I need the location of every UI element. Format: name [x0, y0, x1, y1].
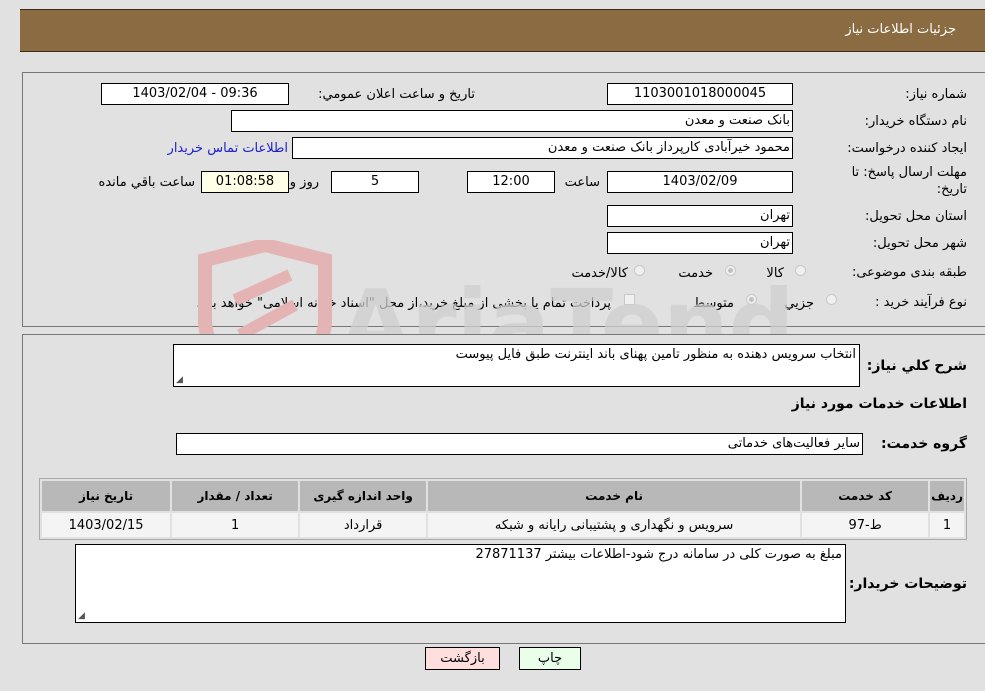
remaining-time-label: ساعت باقي مانده — [98, 175, 195, 190]
deadline-label: مهلت ارسال پاسخ: تا — [851, 165, 967, 180]
cell-need-date: 1403/02/15 — [42, 513, 171, 537]
col-quantity: تعداد / مقدار — [172, 481, 299, 511]
description-label: شرح کلي نياز: — [866, 358, 967, 374]
process-radio-minor[interactable] — [826, 294, 837, 305]
process-type-label: نوع فرآيند خريد : — [875, 295, 967, 310]
category-option-service: خدمت — [678, 266, 713, 281]
col-service-name: نام خدمت — [428, 481, 801, 511]
category-option-goods-service: کالا/خدمت — [571, 266, 628, 281]
requester-label: ايجاد کننده درخواست: — [847, 141, 967, 156]
buyer-contact-link[interactable]: اطلاعات تماس خريدار — [168, 141, 288, 156]
city-label: شهر محل تحويل: — [872, 236, 967, 251]
city-field[interactable]: تهران — [607, 232, 793, 254]
treasury-note: پرداخت تمام يا بخشی از مبلغ خريد،از محل … — [196, 296, 611, 311]
resize-grip-icon[interactable]: ◢ — [78, 611, 85, 621]
cell-quantity: 1 — [172, 513, 299, 537]
deadline-time-field[interactable]: 12:00 — [467, 171, 555, 193]
province-label: استان محل تحويل: — [865, 209, 967, 224]
print-button[interactable]: چاپ — [519, 647, 581, 670]
page-header: جزئیات اطلاعات نیاز — [20, 9, 985, 52]
buyer-notes-text: مبلغ به صورت کلی در سامانه درج شود-اطلاع… — [475, 547, 842, 562]
description-textarea[interactable]: انتخاب سرویس دهنده به منظور تامین پهنای … — [173, 344, 860, 387]
deadline-label-2: تاريخ: — [936, 182, 967, 197]
services-heading: اطلاعات خدمات مورد نياز — [791, 396, 967, 412]
time-label: ساعت — [564, 175, 600, 190]
buyer-notes-label: توضيحات خريدار: — [848, 576, 967, 592]
announce-datetime-field[interactable]: 1403/02/04 - 09:36 — [101, 83, 289, 105]
service-group-label: گروه خدمت: — [881, 436, 967, 452]
col-unit: واحد اندازه گيری — [300, 481, 427, 511]
buyer-notes-textarea[interactable]: مبلغ به صورت کلی در سامانه درج شود-اطلاع… — [75, 544, 846, 623]
category-radio-service[interactable] — [725, 265, 736, 276]
cell-service-code: ط-97 — [802, 513, 929, 537]
cell-row-number: 1 — [930, 513, 964, 537]
page-title: جزئیات اطلاعات نیاز — [845, 22, 956, 37]
cell-unit: قرارداد — [300, 513, 427, 537]
service-group-field[interactable]: سایر فعالیت‌های خدماتی — [176, 433, 863, 455]
deadline-date-field[interactable]: 1403/02/09 — [607, 171, 793, 193]
back-button[interactable]: بازگشت — [425, 647, 500, 670]
need-number-field[interactable]: 1103001018000045 — [607, 83, 793, 105]
col-row-number: رديف — [930, 481, 964, 511]
col-need-date: تاريخ نياز — [42, 481, 171, 511]
remaining-time-field[interactable]: 01:08:58 — [201, 171, 289, 193]
table-header-row: رديف کد خدمت نام خدمت واحد اندازه گيری ت… — [42, 481, 964, 511]
treasury-checkbox[interactable] — [624, 294, 635, 305]
announce-label: تاریخ و ساعت اعلان عمومي: — [318, 87, 475, 102]
province-field[interactable]: تهران — [607, 205, 793, 227]
days-remaining-field[interactable]: 5 — [331, 171, 419, 193]
category-radio-goods-service[interactable] — [634, 265, 645, 276]
need-number-label: شماره نیاز: — [905, 87, 967, 102]
col-service-code: کد خدمت — [802, 481, 929, 511]
process-option-minor: جزيي — [784, 296, 814, 311]
requester-field[interactable]: محمود خیرآبادی کارپرداز بانک صنعت و معدن — [292, 137, 793, 159]
process-option-medium: متوسط — [693, 296, 734, 311]
category-option-goods: کالا — [766, 266, 784, 281]
days-label: روز و — [289, 175, 319, 190]
resize-grip-icon[interactable]: ◢ — [176, 375, 183, 385]
table-row: 1 ط-97 سرویس و نگهداری و پشتیبانی رایانه… — [42, 513, 964, 537]
cell-service-name: سرویس و نگهداری و پشتیبانی رایانه و شبکه — [428, 513, 801, 537]
services-table: رديف کد خدمت نام خدمت واحد اندازه گيری ت… — [39, 478, 967, 540]
category-radio-goods[interactable] — [795, 265, 806, 276]
buyer-org-field[interactable]: بانک صنعت و معدن — [231, 110, 793, 132]
description-text: انتخاب سرویس دهنده به منظور تامین پهنای … — [455, 347, 856, 362]
category-label: طبقه بندی موضوعی: — [851, 265, 967, 280]
process-radio-medium[interactable] — [746, 294, 757, 305]
buyer-org-label: نام دستگاه خريدار: — [864, 114, 967, 129]
